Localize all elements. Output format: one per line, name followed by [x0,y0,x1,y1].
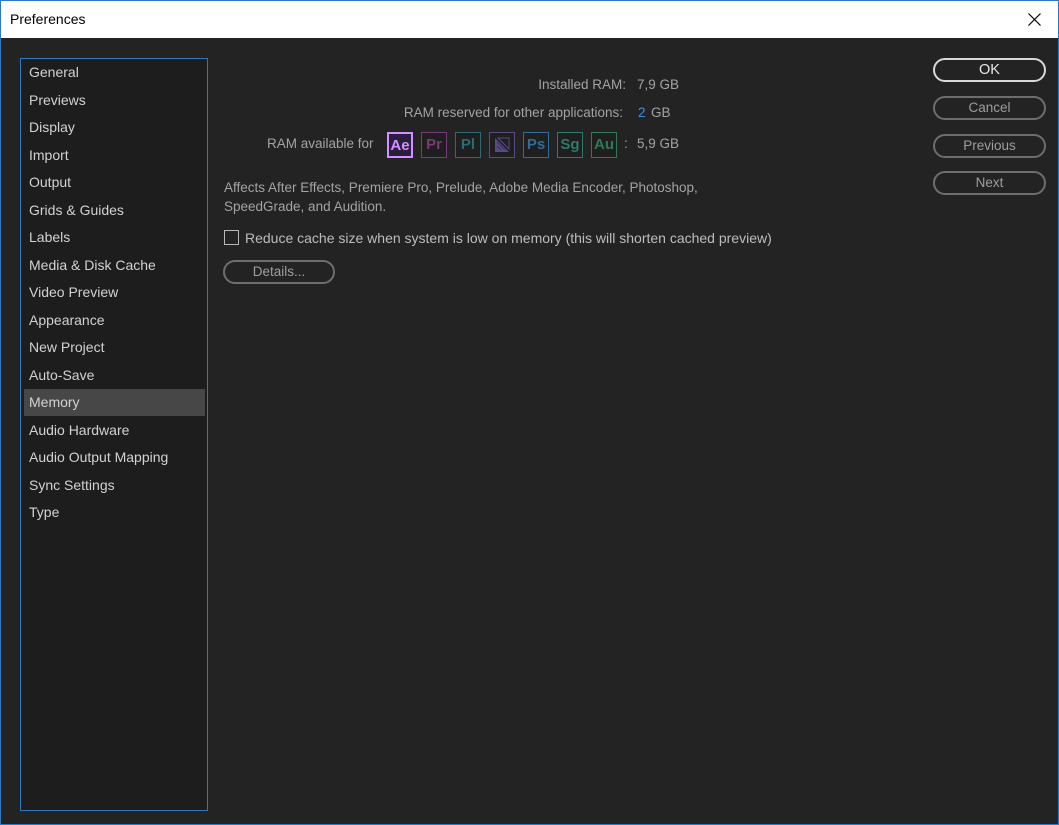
preferences-window: Preferences General Previews Display Imp… [0,0,1059,825]
audition-icon[interactable]: Au [591,132,617,158]
close-button[interactable] [1012,1,1058,38]
sidebar-item-display[interactable]: Display [24,114,205,141]
installed-ram-value: 7,9 GB [637,77,680,92]
installed-ram-label: Installed RAM: [538,77,626,92]
cancel-button[interactable]: Cancel [933,96,1046,120]
reduce-cache-label[interactable]: Reduce cache size when system is low on … [245,230,772,246]
title-bar: Preferences [1,1,1058,38]
media-encoder-icon[interactable] [489,132,515,158]
sidebar-item-output[interactable]: Output [24,169,205,196]
sidebar-item-previews[interactable]: Previews [24,87,205,114]
sidebar-item-memory[interactable]: Memory [24,389,205,416]
ram-reserved-unit: GB [651,105,671,120]
media-encoder-glyph [495,137,510,152]
ram-reserved-label: RAM reserved for other applications: [403,105,623,120]
prelude-icon[interactable]: Pl [455,132,481,158]
sidebar-item-appearance[interactable]: Appearance [24,307,205,334]
sidebar-item-video-preview[interactable]: Video Preview [24,279,205,306]
reduce-cache-checkbox[interactable] [224,230,239,245]
premiere-pro-icon[interactable]: Pr [421,132,447,158]
sidebar-item-type[interactable]: Type [24,499,205,526]
memory-description: Affects After Effects, Premiere Pro, Pre… [224,180,698,214]
ok-button[interactable]: OK [933,58,1046,82]
after-effects-icon[interactable]: Ae [387,132,413,158]
preferences-category-list: General Previews Display Import Output G… [20,58,208,811]
sidebar-item-import[interactable]: Import [24,142,205,169]
photoshop-icon[interactable]: Ps [523,132,549,158]
sidebar-item-new-project[interactable]: New Project [24,334,205,361]
previous-button[interactable]: Previous [933,134,1046,158]
details-button[interactable]: Details... [223,260,335,284]
ram-available-separator: : [624,136,628,151]
ram-available-label: RAM available for [267,136,374,151]
ram-reserved-value[interactable]: 2 [638,105,646,120]
speedgrade-icon[interactable]: Sg [557,132,583,158]
sidebar-item-grids-guides[interactable]: Grids & Guides [24,197,205,224]
sidebar-item-sync-settings[interactable]: Sync Settings [24,472,205,499]
sidebar-item-auto-save[interactable]: Auto-Save [24,362,205,389]
sidebar-item-labels[interactable]: Labels [24,224,205,251]
sidebar-item-audio-hardware[interactable]: Audio Hardware [24,417,205,444]
ram-available-value: 5,9 GB [637,136,680,151]
sidebar-item-media-disk-cache[interactable]: Media & Disk Cache [24,252,205,279]
close-icon [1028,13,1041,26]
next-button[interactable]: Next [933,171,1046,195]
sidebar-item-general[interactable]: General [24,59,205,86]
sidebar-item-audio-output-mapping[interactable]: Audio Output Mapping [24,444,205,471]
window-title: Preferences [10,11,86,27]
